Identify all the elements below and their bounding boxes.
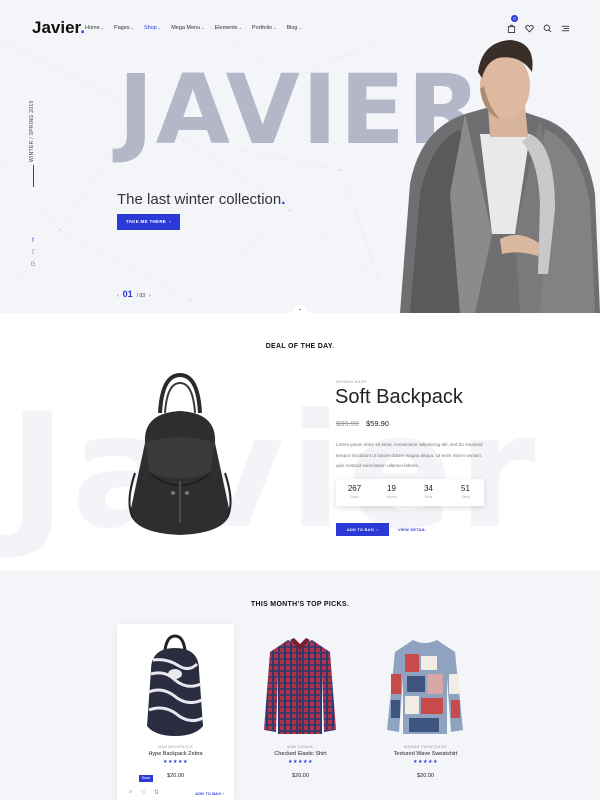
chevron-down-icon: ⌄ [157,25,162,30]
nav-item-portfolio[interactable]: Portfolio⌄ [252,25,277,31]
deal-product-category: WOMAN BAGS [336,379,368,384]
menu-icon[interactable] [561,20,570,32]
countdown-value: 267 [347,484,362,493]
card-name[interactable]: Checked Elastic Shirt [242,751,359,757]
card-price: $20.00 [292,773,309,779]
heart-icon[interactable] [525,20,534,33]
checked-shirt-image[interactable] [260,634,340,738]
product-card[interactable]: WOMAN SWEATSHIRT Textured Wave Sweatshir… [367,624,484,800]
compare-icon[interactable]: ⇅ [153,789,160,796]
nav-item-home[interactable]: Home⌄ [85,25,104,31]
social-links: f 𝕋 G [30,238,36,268]
deal-background-word: Javier [8,380,540,564]
nav-item-shop[interactable]: Shop⌄ [144,25,161,31]
card-category: MAN CASUAL [287,745,314,749]
header-icons: 0 [507,15,570,33]
chevron-down-icon: ⌄ [130,25,134,30]
card-rating-stars: ★★★★★ [413,759,438,765]
countdown-value: 34 [424,484,433,493]
season-divider [33,165,34,187]
countdown-value: 19 [387,484,396,493]
slider-nav: ‹ 01 / 03 › [117,289,151,299]
card-add-to-bag-link[interactable]: ADD TO BAG › [195,792,224,796]
deal-description: Lorem ipsum dolor sit amet, consectetur … [336,442,483,468]
hero-section: JAVIER Javier. Home⌄ Pages⌄ Shop⌄ Mega Menu… [0,0,600,313]
facebook-icon[interactable]: f [30,238,36,244]
countdown-days: 267 Days [336,479,373,506]
countdown-mins: 34 Mins [409,479,447,506]
cart-count-badge: 0 [511,15,518,22]
product-card[interactable]: MAN BACKPACKS Hype Backpack Zebra ★★★★★ … [117,624,234,800]
slider-next-icon[interactable]: › [149,293,151,299]
card-category: WOMAN SWEATSHIRT [403,745,448,749]
hero-tagline: The last winter collection. [117,191,286,208]
search-icon[interactable] [543,20,552,33]
deal-product-name[interactable]: Soft Backpack [335,386,463,409]
twitter-icon[interactable]: 𝕋 [30,250,36,256]
view-detail-link[interactable]: VIEW DETAIL [398,527,426,532]
nav-item-mega-menu[interactable]: Mega Menu⌄ [171,25,204,31]
main-nav: Home⌄ Pages⌄ Shop⌄ Mega Menu⌄ Elements⌄ Portf… [85,25,312,31]
countdown-label: Hours [386,495,397,499]
chevron-down-icon: ⌄ [273,25,277,30]
hype-backpack-image[interactable] [135,634,215,738]
deal-new-price: $59.90 [366,419,389,428]
countdown-label: Mins [424,495,433,499]
nav-item-blog[interactable]: Blog⌄ [286,25,301,31]
card-name[interactable]: Hype Backpack Zebra [117,751,234,757]
chevron-down-icon: ⌄ [298,25,302,30]
slider-prev-icon[interactable]: ‹ [117,293,119,299]
deal-add-to-bag-button[interactable]: ADD TO BAG › [336,523,389,536]
deal-of-the-day-section: Javier DEAL OF THE DAY. WOMAN BAGS Soft … [0,313,600,571]
deal-countdown: 267 Days 19 Hours 34 Mins 51 Secs [336,479,484,506]
nav-item-pages[interactable]: Pages⌄ [114,25,134,31]
chevron-down-icon: ⌄ [100,25,105,30]
chevron-down-icon: ⌄ [238,25,242,30]
countdown-value: 51 [461,484,470,493]
deal-old-price: $89.90 [336,419,359,428]
textured-sweatshirt-image[interactable] [385,634,465,738]
card-price: $20.00 [417,773,434,779]
hero-model-image [400,40,600,313]
quick-view-icon[interactable]: ⌕ [127,789,134,796]
card-rating-stars: ★★★★★ [163,759,188,765]
save-tooltip: Save [139,775,153,782]
deal-section-title: DEAL OF THE DAY. [265,343,335,350]
product-card[interactable]: MAN CASUAL Checked Elastic Shirt ★★★★★ $… [242,624,359,800]
countdown-hours: 19 Hours [372,479,410,506]
chevron-down-icon: ⌄ [201,25,205,30]
card-price: $20.00 [167,773,184,779]
slide-current: 01 [122,289,133,299]
take-me-there-button[interactable]: TAKE ME THERE › [117,214,180,230]
top-picks-title: THIS MONTH'S TOP PICKS. [250,601,350,608]
countdown-label: Days [350,495,359,499]
site-logo[interactable]: Javier. [32,18,85,38]
wishlist-heart-icon[interactable]: ♡ [140,789,147,796]
card-category: MAN BACKPACKS [158,745,193,749]
card-actions: ⌕ ♡ ⇅ [127,789,160,796]
nav-item-elements[interactable]: Elements⌄ [215,25,242,31]
google-icon[interactable]: G [30,262,36,268]
top-picks-section: THIS MONTH'S TOP PICKS. MAN BACKPACKS Hy… [0,571,600,800]
soft-backpack-image[interactable] [115,373,245,543]
countdown-secs: 51 Secs [446,479,484,506]
card-name[interactable]: Textured Wave Sweatshirt [367,751,484,757]
slide-total: / 03 [136,293,146,299]
bag-icon[interactable]: 0 [507,15,518,33]
countdown-label: Secs [461,495,470,499]
card-rating-stars: ★★★★★ [288,759,313,765]
season-label: WINTER / SPRING 2019 [29,100,35,162]
